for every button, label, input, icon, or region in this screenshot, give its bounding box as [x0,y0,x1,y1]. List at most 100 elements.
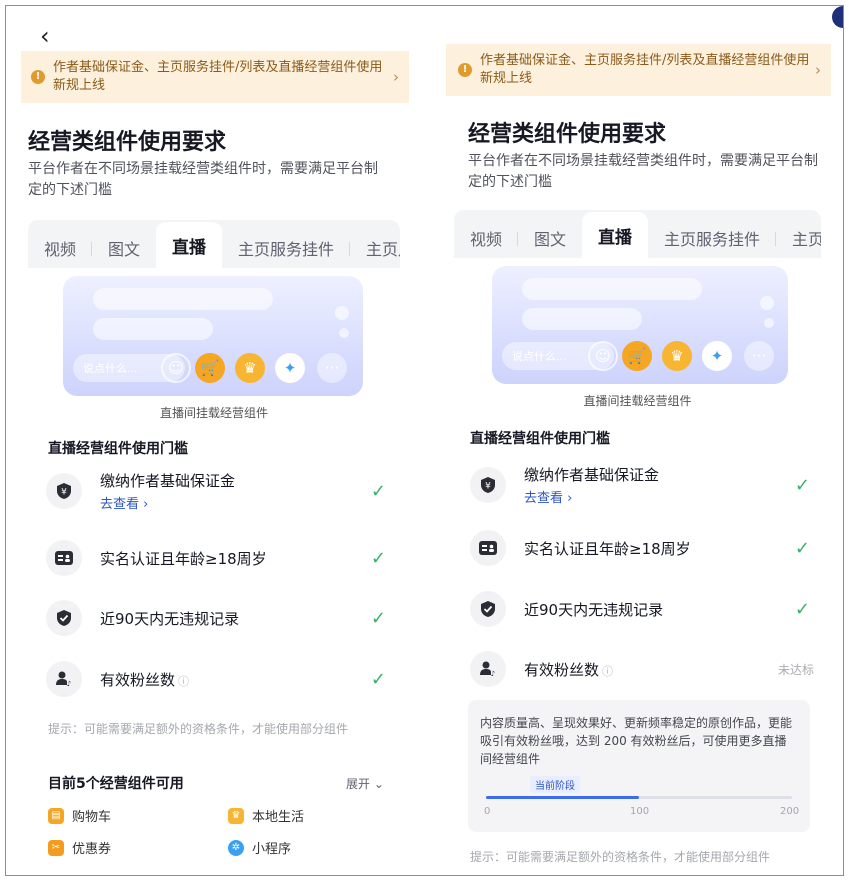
local-life-icon: ♛ [662,341,692,371]
current-stage-tag: 当前阶段 [530,776,580,793]
preview-bubble [764,318,774,328]
page-title: 经营类组件使用要求 [28,130,227,155]
requirement-fans: ♪ 有效粉丝数 ⓘ 未达标 [470,646,814,692]
requirement-deposit: ¥ 缴纳作者基础保证金 去查看 › ✓ [470,462,810,508]
component-label: 优惠券 [72,842,112,857]
tab-homepage-widget[interactable]: 主页服务挂件 [222,228,351,268]
requirement-label: 实名认证且年龄≥18周岁 [524,539,691,558]
component-label: 本地生活 [252,810,305,825]
requirements-heading: 直播经营组件使用门槛 [48,441,188,457]
shield-yen-icon: ¥ [46,473,82,509]
tab-homepage-widget[interactable]: 主页服务挂件 [648,218,777,258]
back-icon[interactable]: ‹ [40,24,50,48]
progress-tick: 200 [780,806,800,817]
info-icon[interactable]: ⓘ [602,665,613,678]
tab-live[interactable]: 直播 [582,212,649,258]
shield-check-icon [46,600,82,636]
preview-bar [522,278,702,300]
tab-homepage-more[interactable]: 主页月 [350,228,400,268]
view-deposit-link[interactable]: 去查看 › [524,487,795,506]
expand-button[interactable]: 展开 ⌄ [346,775,384,792]
shield-check-icon [470,591,506,627]
fans-icon: ♪ [46,661,82,697]
fans-icon: ♪ [470,651,506,687]
game-icon: ✦ [275,353,305,383]
requirement-no-violation: 近90天内无违规记录 ✓ [470,586,810,632]
requirement-label: 有效粉丝数 [524,660,600,679]
component-label: 购物车 [72,810,112,825]
component-mini-program: ✲ 小程序 [228,838,291,857]
tab-homepage-more[interactable]: 主页月 [776,218,821,258]
game-icon: ✦ [702,341,732,371]
shield-yen-icon: ¥ [470,467,506,503]
local-life-icon: ♛ [228,807,244,824]
id-card-icon [470,530,506,566]
check-icon: ✓ [370,607,386,629]
svg-text:♪: ♪ [491,670,495,678]
component-cart: ▤ 购物车 [48,806,111,825]
progress-tick: 0 [484,806,491,817]
cart-icon: ▤ [48,807,64,824]
cart-icon: 🛒 [195,353,225,383]
svg-text:¥: ¥ [485,482,491,492]
check-icon: ✓ [370,668,386,690]
page-subtitle: 平台作者在不同场景挂载经营类组件时，需要满足平台制定的下述门槛 [28,161,378,198]
preview-bar [93,288,273,310]
requirement-realname: 实名认证且年龄≥18周岁 ✓ [470,525,810,571]
warning-icon: ! [31,70,45,84]
more-icon: ··· [317,353,347,383]
available-components-heading: 目前5个经营组件可用 [48,776,184,792]
mini-program-icon: ✲ [228,839,244,856]
tab-live[interactable]: 直播 [156,222,223,268]
requirement-label: 近90天内无违规记录 [100,609,240,628]
tab-image-text[interactable]: 图文 [92,228,156,268]
fan-progress-description: 内容质量高、呈现效果好、更新频率稳定的原创作品，更能吸引有效粉丝哦，达到 200… [480,716,793,766]
requirements-card: 说点什么... ☺ 🛒 ♛ ✦ ··· 直播间挂载经营组件 直播经营组件使用门槛… [28,268,400,872]
preview-caption: 直播间挂载经营组件 [159,406,268,420]
component-local-life: ♛ 本地生活 [228,806,304,825]
chevron-right-icon: › [815,61,821,79]
tab-video[interactable]: 视频 [28,228,93,268]
check-icon: ✓ [370,480,386,502]
svg-text:¥: ¥ [61,488,67,498]
hint-text: 提示：可能需要满足额外的资格条件，才能使用部分组件 [470,850,771,864]
info-icon[interactable]: ⓘ [178,675,189,688]
requirement-fans: ♪ 有效粉丝数 ⓘ ✓ [46,656,386,702]
preview-caption: 直播间挂载经营组件 [583,394,692,408]
preview-bar [522,308,642,330]
requirement-label: 近90天内无违规记录 [524,600,664,619]
component-label: 小程序 [252,842,292,857]
requirement-label: 有效粉丝数 [100,670,176,689]
id-card-icon [46,540,82,576]
check-icon: ✓ [370,547,386,569]
preview-bubble [339,328,349,338]
emoji-icon: ☺ [161,353,191,383]
coupon-icon: ✂ [48,839,64,856]
status-not-met: 未达标 [777,662,814,677]
requirements-heading: 直播经营组件使用门槛 [470,431,610,447]
preview-bar [93,318,213,340]
tab-image-text[interactable]: 图文 [518,218,582,258]
requirement-realname: 实名认证且年龄≥18周岁 ✓ [46,535,386,581]
live-room-preview: 说点什么... ☺ 🛒 ♛ ✦ ··· [63,276,363,396]
notice-text: 作者基础保证金、主页服务挂件/列表及直播经营组件使用新规上线 [480,53,810,86]
local-life-icon: ♛ [235,353,265,383]
requirement-deposit: ¥ 缴纳作者基础保证金 去查看 › ✓ [46,468,386,514]
tab-video[interactable]: 视频 [454,218,519,258]
notice-banner[interactable]: ! 作者基础保证金、主页服务挂件/列表及直播经营组件使用新规上线 › [446,44,831,96]
notice-text: 作者基础保证金、主页服务挂件/列表及直播经营组件使用新规上线 [53,60,383,93]
notice-banner[interactable]: ! 作者基础保证金、主页服务挂件/列表及直播经营组件使用新规上线 › [21,51,409,103]
requirement-no-violation: 近90天内无违规记录 ✓ [46,595,386,641]
chevron-right-icon: › [393,68,399,86]
warning-icon: ! [458,63,472,77]
preview-bubble [335,306,349,320]
fan-progress-box: 内容质量高、呈现效果好、更新频率稳定的原创作品，更能吸引有效粉丝哦，达到 200… [468,700,810,832]
progress-tick: 100 [630,806,650,817]
corner-dot [832,6,843,28]
check-icon: ✓ [794,474,810,496]
view-deposit-link[interactable]: 去查看 › [100,493,371,512]
more-icon: ··· [744,341,774,371]
page-subtitle: 平台作者在不同场景挂载经营类组件时，需要满足平台制定的下述门槛 [468,153,818,190]
screenshot-frame: ‹ ! 作者基础保证金、主页服务挂件/列表及直播经营组件使用新规上线 › 经营类… [5,5,844,876]
requirement-label: 实名认证且年龄≥18周岁 [100,549,267,568]
